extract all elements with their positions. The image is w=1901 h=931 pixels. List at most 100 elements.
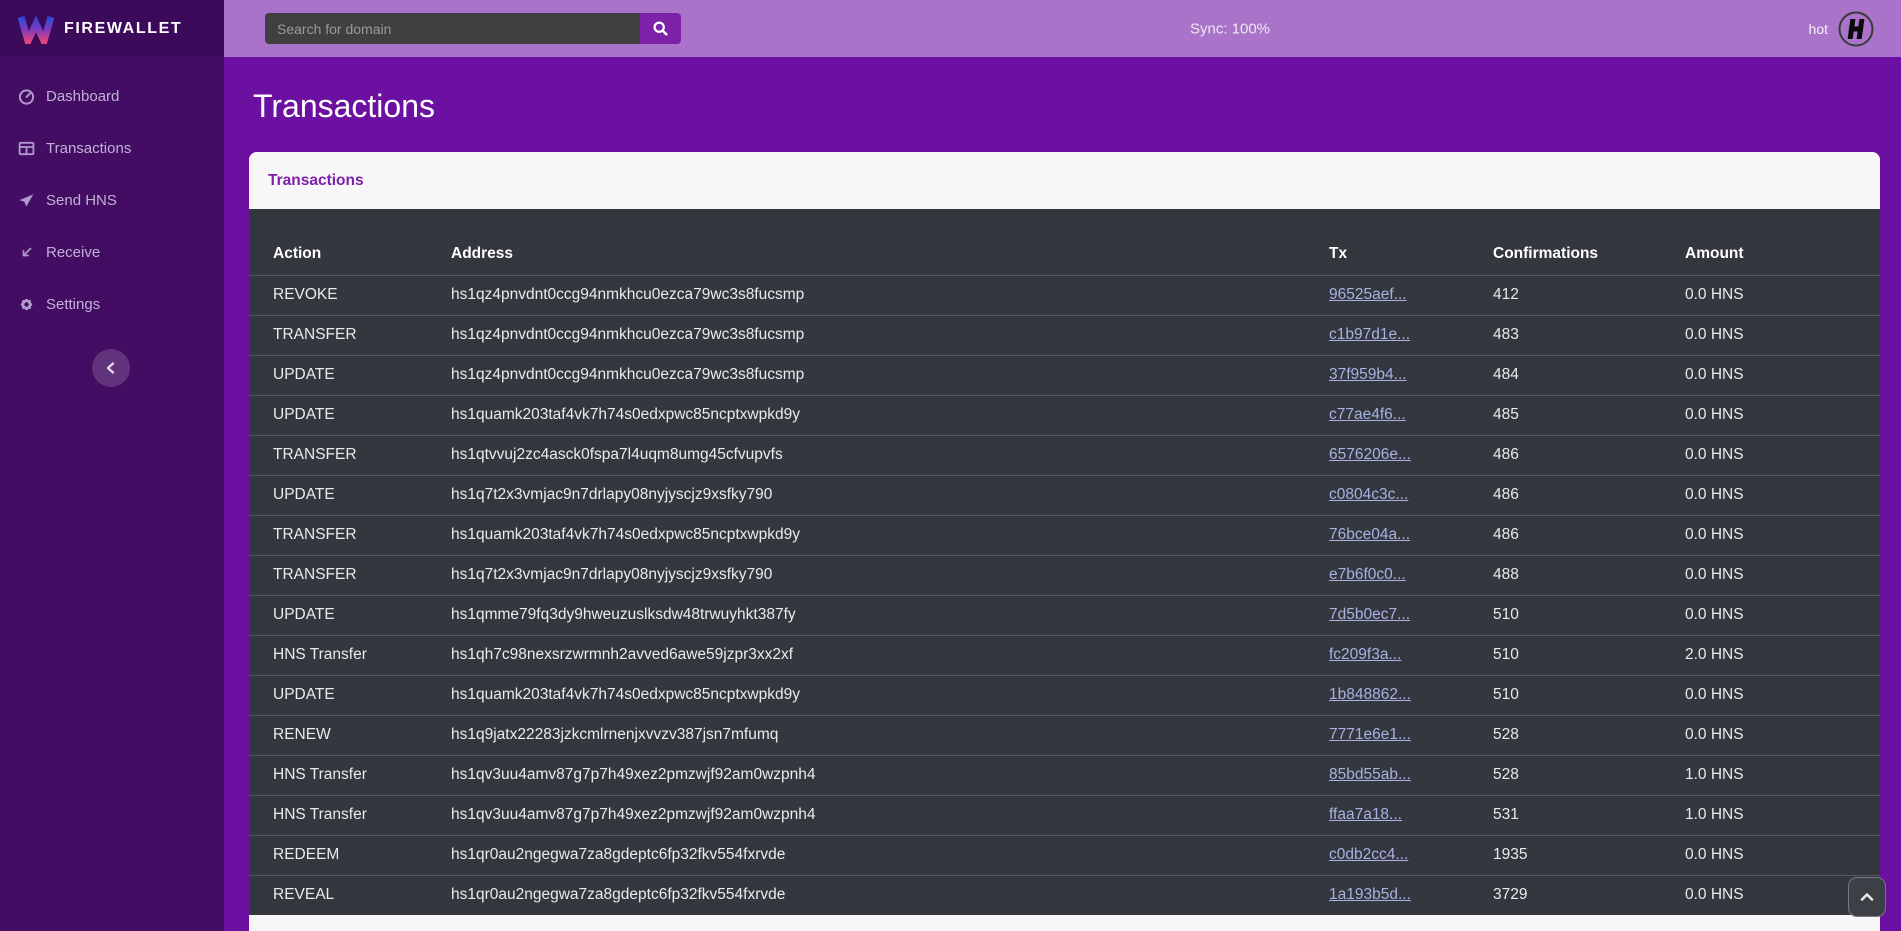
gauge-icon xyxy=(18,88,35,105)
confirmations-cell: 1935 xyxy=(1469,835,1661,875)
table-row: TRANSFER hs1quamk203taf4vk7h74s0edxpwc85… xyxy=(249,515,1880,555)
wallet-name-label: hot xyxy=(1809,21,1828,37)
column-header-amount: Amount xyxy=(1661,209,1880,275)
action-cell: UPDATE xyxy=(249,595,427,635)
amount-cell: 0.0 HNS xyxy=(1661,275,1880,315)
wallet-switcher[interactable]: hot xyxy=(1809,0,1875,57)
tx-link[interactable]: 6576206e... xyxy=(1329,446,1411,463)
tx-link[interactable]: 96525aef... xyxy=(1329,286,1407,303)
tx-link[interactable]: c1b97d1e... xyxy=(1329,326,1410,343)
sidebar-collapse-button[interactable] xyxy=(92,349,130,387)
amount-cell: 0.0 HNS xyxy=(1661,555,1880,595)
confirmations-cell: 488 xyxy=(1469,555,1661,595)
tx-cell: 96525aef... xyxy=(1305,275,1469,315)
action-cell: TRANSFER xyxy=(249,435,427,475)
action-cell: UPDATE xyxy=(249,395,427,435)
tx-link[interactable]: 37f959b4... xyxy=(1329,366,1407,383)
action-cell: HNS Transfer xyxy=(249,635,427,675)
tx-cell: e7b6f0c0... xyxy=(1305,555,1469,595)
send-plane-icon xyxy=(18,192,35,209)
sidebar-item-label: Receive xyxy=(46,244,100,261)
table-row: UPDATE hs1quamk203taf4vk7h74s0edxpwc85nc… xyxy=(249,395,1880,435)
amount-cell: 2.0 HNS xyxy=(1661,635,1880,675)
tx-cell: 85bd55ab... xyxy=(1305,755,1469,795)
table-row: REDEEM hs1qr0au2ngegwa7za8gdeptc6fp32fkv… xyxy=(249,835,1880,875)
sidebar-item-label: Transactions xyxy=(46,140,131,157)
address-cell: hs1qv3uu4amv87g7p7h49xez2pmzwjf92am0wzpn… xyxy=(427,755,1305,795)
brand[interactable]: FIREWALLET xyxy=(0,0,224,57)
address-cell: hs1q7t2x3vmjac9n7drlapy08nyjyscjz9xsfky7… xyxy=(427,475,1305,515)
card-title: Transactions xyxy=(249,152,1880,209)
tx-cell: 37f959b4... xyxy=(1305,355,1469,395)
action-cell: UPDATE xyxy=(249,675,427,715)
search-button[interactable] xyxy=(640,13,681,44)
tx-link[interactable]: 76bce04a... xyxy=(1329,526,1410,543)
tx-cell: c0db2cc4... xyxy=(1305,835,1469,875)
table-row: HNS Transfer hs1qv3uu4amv87g7p7h49xez2pm… xyxy=(249,755,1880,795)
transactions-card: Transactions Action Address Tx Confirmat… xyxy=(249,152,1880,931)
action-cell: TRANSFER xyxy=(249,555,427,595)
table-row: TRANSFER hs1qz4pnvdnt0ccg94nmkhcu0ezca79… xyxy=(249,315,1880,355)
tx-link[interactable]: 85bd55ab... xyxy=(1329,766,1411,783)
table-row: TRANSFER hs1qtvvuj2zc4asck0fspa7l4uqm8um… xyxy=(249,435,1880,475)
sidebar-item-receive[interactable]: Receive xyxy=(0,226,224,278)
tx-link[interactable]: c0804c3c... xyxy=(1329,486,1408,503)
confirmations-cell: 510 xyxy=(1469,675,1661,715)
confirmations-cell: 486 xyxy=(1469,435,1661,475)
action-cell: REVEAL xyxy=(249,875,427,915)
tx-link[interactable]: fc209f3a... xyxy=(1329,646,1401,663)
tx-link[interactable]: c77ae4f6... xyxy=(1329,406,1406,423)
tx-cell: 7771e6e1... xyxy=(1305,715,1469,755)
tx-link[interactable]: c0db2cc4... xyxy=(1329,846,1408,863)
amount-cell: 0.0 HNS xyxy=(1661,515,1880,555)
tx-link[interactable]: 7771e6e1... xyxy=(1329,726,1411,743)
confirmations-cell: 486 xyxy=(1469,515,1661,555)
sidebar-item-settings[interactable]: Settings xyxy=(0,278,224,330)
tx-cell: 1b848862... xyxy=(1305,675,1469,715)
confirmations-cell: 510 xyxy=(1469,635,1661,675)
column-header-confirmations: Confirmations xyxy=(1469,209,1661,275)
handshake-logo-icon[interactable] xyxy=(1837,10,1875,48)
column-header-action: Action xyxy=(249,209,427,275)
chevron-left-icon xyxy=(103,360,119,376)
amount-cell: 0.0 HNS xyxy=(1661,315,1880,355)
column-header-tx: Tx xyxy=(1305,209,1469,275)
amount-cell: 0.0 HNS xyxy=(1661,475,1880,515)
table-header-row: Action Address Tx Confirmations Amount xyxy=(249,209,1880,275)
tx-cell: fc209f3a... xyxy=(1305,635,1469,675)
confirmations-cell: 412 xyxy=(1469,275,1661,315)
address-cell: hs1qz4pnvdnt0ccg94nmkhcu0ezca79wc3s8fucs… xyxy=(427,315,1305,355)
table-body: REVOKE hs1qz4pnvdnt0ccg94nmkhcu0ezca79wc… xyxy=(249,275,1880,915)
table-row: REVEAL hs1qr0au2ngegwa7za8gdeptc6fp32fkv… xyxy=(249,875,1880,915)
tx-link[interactable]: 1a193b5d... xyxy=(1329,886,1411,903)
magnifier-icon xyxy=(652,20,669,37)
amount-cell: 1.0 HNS xyxy=(1661,795,1880,835)
address-cell: hs1q9jatx22283jzkcmlrnenjxvvzv387jsn7mfu… xyxy=(427,715,1305,755)
sidebar-item-dashboard[interactable]: Dashboard xyxy=(0,70,224,122)
sidebar-item-send-hns[interactable]: Send HNS xyxy=(0,174,224,226)
tx-cell: c77ae4f6... xyxy=(1305,395,1469,435)
tx-cell: 7d5b0ec7... xyxy=(1305,595,1469,635)
amount-cell: 0.0 HNS xyxy=(1661,595,1880,635)
address-cell: hs1qr0au2ngegwa7za8gdeptc6fp32fkv554fxrv… xyxy=(427,875,1305,915)
action-cell: UPDATE xyxy=(249,355,427,395)
action-cell: REVOKE xyxy=(249,275,427,315)
amount-cell: 0.0 HNS xyxy=(1661,675,1880,715)
tx-link[interactable]: ffaa7a18... xyxy=(1329,806,1402,823)
tx-link[interactable]: e7b6f0c0... xyxy=(1329,566,1406,583)
address-cell: hs1qr0au2ngegwa7za8gdeptc6fp32fkv554fxrv… xyxy=(427,835,1305,875)
tx-cell: 6576206e... xyxy=(1305,435,1469,475)
gear-icon xyxy=(18,296,35,313)
tx-link[interactable]: 7d5b0ec7... xyxy=(1329,606,1410,623)
address-cell: hs1qz4pnvdnt0ccg94nmkhcu0ezca79wc3s8fucs… xyxy=(427,275,1305,315)
tx-link[interactable]: 1b848862... xyxy=(1329,686,1411,703)
table-row: UPDATE hs1qmme79fq3dy9hweuzuslksdw48trwu… xyxy=(249,595,1880,635)
table-row: HNS Transfer hs1qh7c98nexsrzwrmnh2avved6… xyxy=(249,635,1880,675)
search-input[interactable] xyxy=(265,13,640,44)
table-grid-icon xyxy=(18,140,35,157)
sync-status: Sync: 100% xyxy=(1190,20,1270,37)
sidebar-nav: Dashboard Transactions Send HNS Receive xyxy=(0,70,224,330)
table-row: HNS Transfer hs1qv3uu4amv87g7p7h49xez2pm… xyxy=(249,795,1880,835)
scroll-to-top-button[interactable] xyxy=(1848,877,1886,917)
sidebar-item-transactions[interactable]: Transactions xyxy=(0,122,224,174)
